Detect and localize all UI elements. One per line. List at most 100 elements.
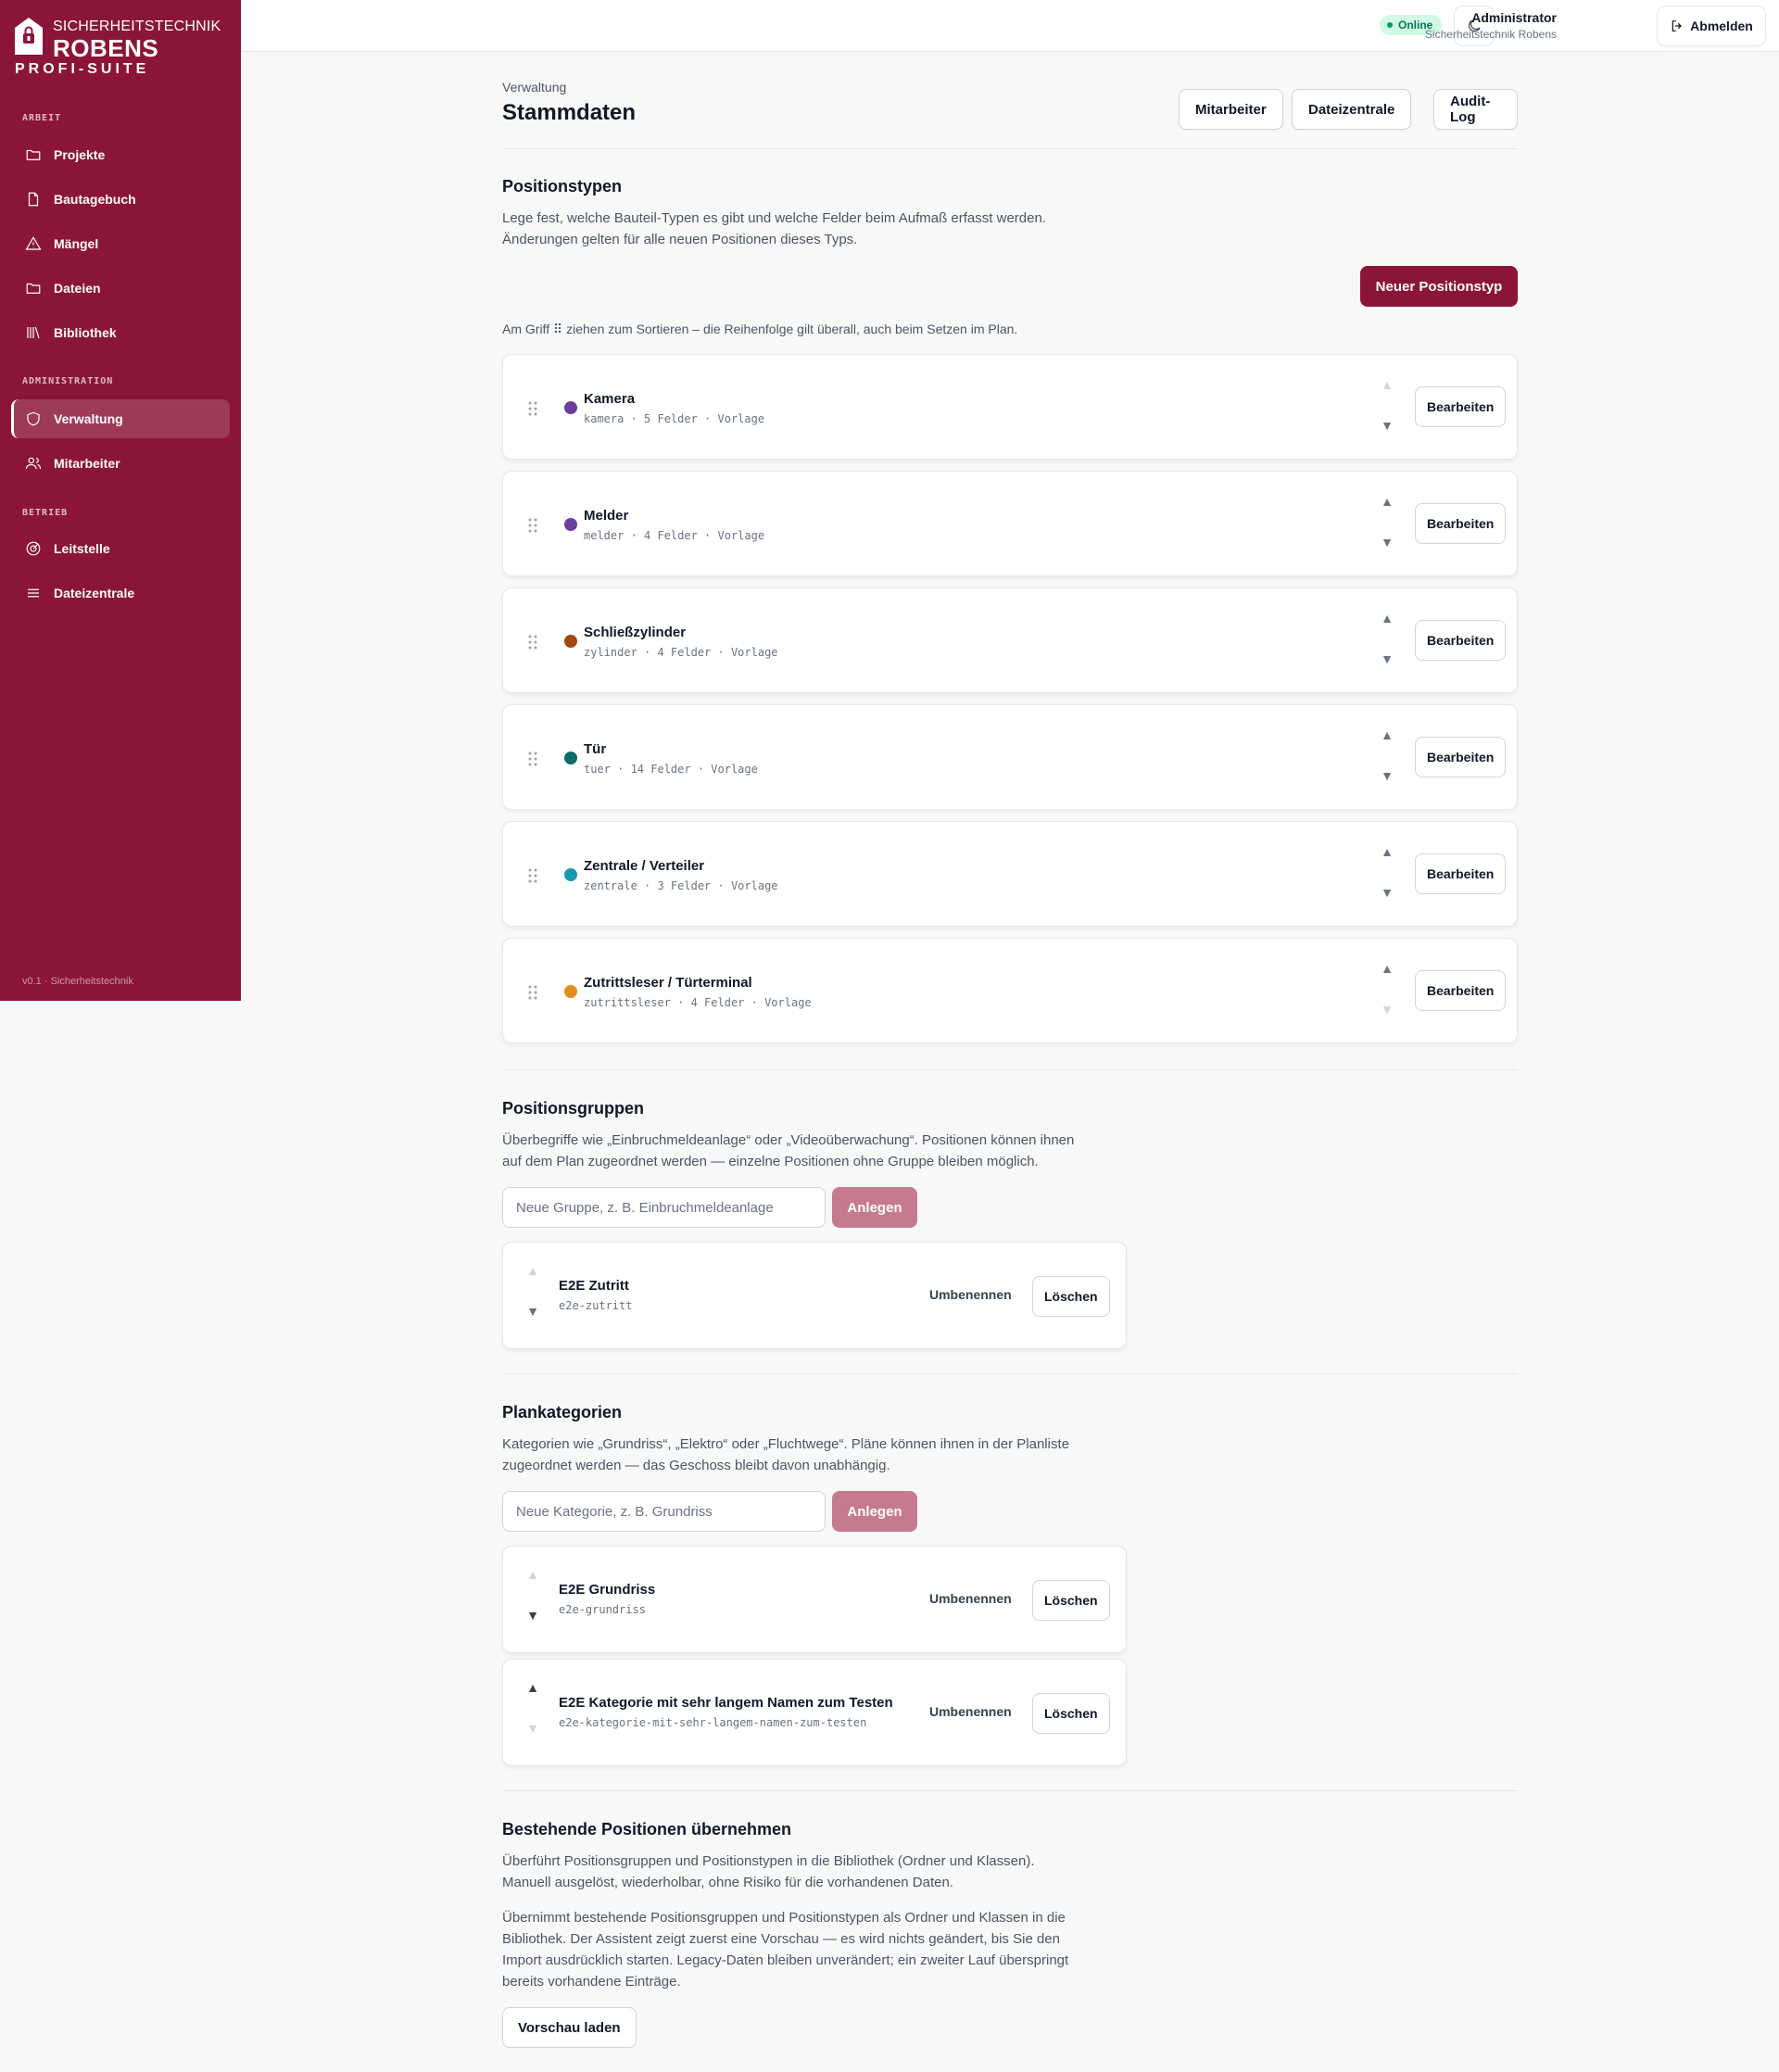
category-name: E2E Kategorie mit sehr langem Namen zum …: [559, 1695, 893, 1711]
breadcrumb[interactable]: Verwaltung: [502, 80, 566, 95]
create-group-button[interactable]: Anlegen: [832, 1187, 917, 1228]
move-up-icon[interactable]: ▲: [1380, 494, 1394, 509]
audit-log-button[interactable]: Audit-Log: [1433, 89, 1518, 130]
positionsgruppen-title: Positionsgruppen: [502, 1099, 644, 1118]
move-up-icon[interactable]: ▲: [525, 1263, 540, 1278]
move-up-icon[interactable]: ▲: [1380, 377, 1394, 392]
sidebar-item-label: Mängel: [54, 236, 99, 251]
sidebar-item-bibliothek[interactable]: Bibliothek: [11, 313, 230, 352]
warning-icon: [24, 234, 43, 253]
drag-handle-icon[interactable]: [527, 517, 538, 534]
mitarbeiter-button[interactable]: Mitarbeiter: [1179, 89, 1283, 130]
new-category-input[interactable]: [502, 1491, 826, 1532]
list-item: ▲ ▼ E2E Grundriss e2e-grundriss Umbenenn…: [502, 1546, 1127, 1653]
positionstyp-card: Schließzylinder zylinder · 4 Felder · Vor…: [502, 587, 1518, 693]
sidebar-item-projekte[interactable]: Projekte: [11, 135, 230, 174]
new-positionstyp-button[interactable]: Neuer Positionstyp: [1360, 266, 1518, 307]
drag-handle-icon[interactable]: [527, 867, 538, 884]
load-preview-button[interactable]: Vorschau laden: [502, 2007, 637, 2048]
sidebar-item-leitstelle[interactable]: Leitstelle: [11, 529, 230, 568]
move-down-icon[interactable]: ▼: [525, 1608, 540, 1623]
type-color-swatch: [564, 401, 577, 414]
move-up-icon[interactable]: ▲: [525, 1567, 540, 1582]
positionstyp-name: Schließzylinder: [584, 625, 687, 640]
edit-button[interactable]: Bearbeiten: [1415, 970, 1507, 1011]
rename-button[interactable]: Umbenennen: [929, 1591, 1012, 1606]
delete-button[interactable]: Löschen: [1032, 1276, 1110, 1317]
sidebar-item-label: Verwaltung: [54, 411, 123, 426]
move-down-icon[interactable]: ▼: [1380, 535, 1394, 550]
import-title: Bestehende Positionen übernehmen: [502, 1820, 792, 1838]
move-up-icon[interactable]: ▲: [525, 1680, 540, 1695]
positionstypen-description-2: Änderungen gelten für alle neuen Positio…: [502, 232, 858, 247]
move-down-icon[interactable]: ▼: [525, 1304, 540, 1319]
new-group-input[interactable]: [502, 1187, 826, 1228]
sidebar-item-verwaltung[interactable]: Verwaltung: [11, 399, 230, 438]
rename-button[interactable]: Umbenennen: [929, 1287, 1012, 1302]
move-down-icon[interactable]: ▼: [525, 1721, 540, 1736]
logout-button[interactable]: Abmelden: [1657, 6, 1766, 46]
import-description-1: Überführt Positionsgruppen und Positions…: [502, 1853, 1035, 1869]
nav-section-arbeit: ARBEIT: [22, 113, 62, 123]
import-body-2: Bibliothek. Der Assistent zeigt zuerst e…: [502, 1931, 1060, 1947]
move-up-icon[interactable]: ▲: [1380, 844, 1394, 859]
move-up-icon[interactable]: ▲: [1380, 611, 1394, 625]
sidebar-item-label: Dateien: [54, 281, 101, 296]
sidebar-item-label: Mitarbeiter: [54, 456, 120, 471]
library-icon: [24, 323, 43, 342]
edit-button[interactable]: Bearbeiten: [1415, 503, 1507, 544]
sidebar-item-dateien[interactable]: Dateien: [11, 269, 230, 308]
positionsgruppen-description-2: auf dem Plan zugeordnet werden — einzeln…: [502, 1154, 1039, 1169]
edit-button[interactable]: Bearbeiten: [1415, 386, 1507, 427]
nav-section-administration: ADMINISTRATION: [22, 376, 114, 386]
category-slug: e2e-grundriss: [559, 1603, 646, 1616]
sidebar-item-maengel[interactable]: Mängel: [11, 224, 230, 263]
shield-icon: [24, 410, 43, 428]
positionstypen-description-1: Lege fest, welche Bauteil-Typen es gibt …: [502, 210, 1046, 226]
sidebar-item-bautagebuch[interactable]: Bautagebuch: [11, 180, 230, 219]
move-down-icon[interactable]: ▼: [1380, 418, 1394, 433]
positionsgruppen-description-1: Überbegriffe wie „Einbruchmeldeanlage“ o…: [502, 1132, 1075, 1148]
positionstyp-meta: tuer · 14 Felder · Vorlage: [584, 763, 758, 776]
category-slug: e2e-kategorie-mit-sehr-langem-namen-zum-…: [559, 1716, 867, 1729]
menu-icon: [24, 584, 43, 602]
divider: [502, 148, 1518, 149]
category-name: E2E Grundriss: [559, 1582, 656, 1598]
edit-button[interactable]: Bearbeiten: [1415, 620, 1507, 661]
sidebar-item-mitarbeiter[interactable]: Mitarbeiter: [11, 444, 230, 483]
house-lock-icon: [15, 18, 43, 55]
move-down-icon[interactable]: ▼: [1380, 885, 1394, 900]
drag-handle-icon[interactable]: [527, 634, 538, 651]
drag-handle-icon[interactable]: [527, 751, 538, 767]
plankategorien-title: Plankategorien: [502, 1403, 623, 1421]
edit-button[interactable]: Bearbeiten: [1415, 737, 1507, 777]
create-category-button[interactable]: Anlegen: [832, 1491, 917, 1532]
move-down-icon[interactable]: ▼: [1380, 651, 1394, 666]
move-down-icon[interactable]: ▼: [1380, 1002, 1394, 1017]
group-slug: e2e-zutritt: [559, 1299, 633, 1312]
list-item: ▲ ▼ E2E Kategorie mit sehr langem Namen …: [502, 1659, 1127, 1766]
positionstyp-card: Kamera kamera · 5 Felder · Vorlage ▲ ▼ Bearb…: [502, 354, 1518, 460]
delete-button[interactable]: Löschen: [1032, 1580, 1110, 1621]
delete-button[interactable]: Löschen: [1032, 1693, 1110, 1734]
brand-line-1: SICHERHEITSTECHNIK: [53, 19, 221, 34]
positionstyp-name: Tür: [584, 741, 607, 757]
sidebar-item-dateizentrale[interactable]: Dateizentrale: [11, 574, 230, 613]
move-up-icon[interactable]: ▲: [1380, 961, 1394, 976]
edit-button[interactable]: Bearbeiten: [1415, 853, 1507, 894]
positionstyp-card: Melder melder · 4 Felder · Vorlage ▲ ▼ Bearb…: [502, 471, 1518, 576]
positionstyp-card: Zentrale / Verteiler zentrale · 3 Felder …: [502, 821, 1518, 927]
drag-handle-icon[interactable]: [527, 400, 538, 417]
rename-button[interactable]: Umbenennen: [929, 1704, 1012, 1719]
topbar: Online Administrator Sicherheitstechnik …: [241, 0, 1779, 52]
positionstyp-name: Melder: [584, 508, 629, 524]
move-up-icon[interactable]: ▲: [1380, 727, 1394, 742]
logout-label: Abmelden: [1690, 19, 1753, 33]
dateizentrale-button[interactable]: Dateizentrale: [1292, 89, 1412, 130]
move-down-icon[interactable]: ▼: [1380, 768, 1394, 783]
brand-line-3: PROFI-SUITE: [15, 61, 150, 77]
type-color-swatch: [564, 985, 577, 998]
drag-handle-icon[interactable]: [527, 984, 538, 1001]
list-item: ▲ ▼ E2E Zutritt e2e-zutritt Umbenennen L…: [502, 1242, 1127, 1349]
brand-logo-block[interactable]: SICHERHEITSTECHNIK ROBENS PROFI-SUITE: [14, 13, 232, 80]
